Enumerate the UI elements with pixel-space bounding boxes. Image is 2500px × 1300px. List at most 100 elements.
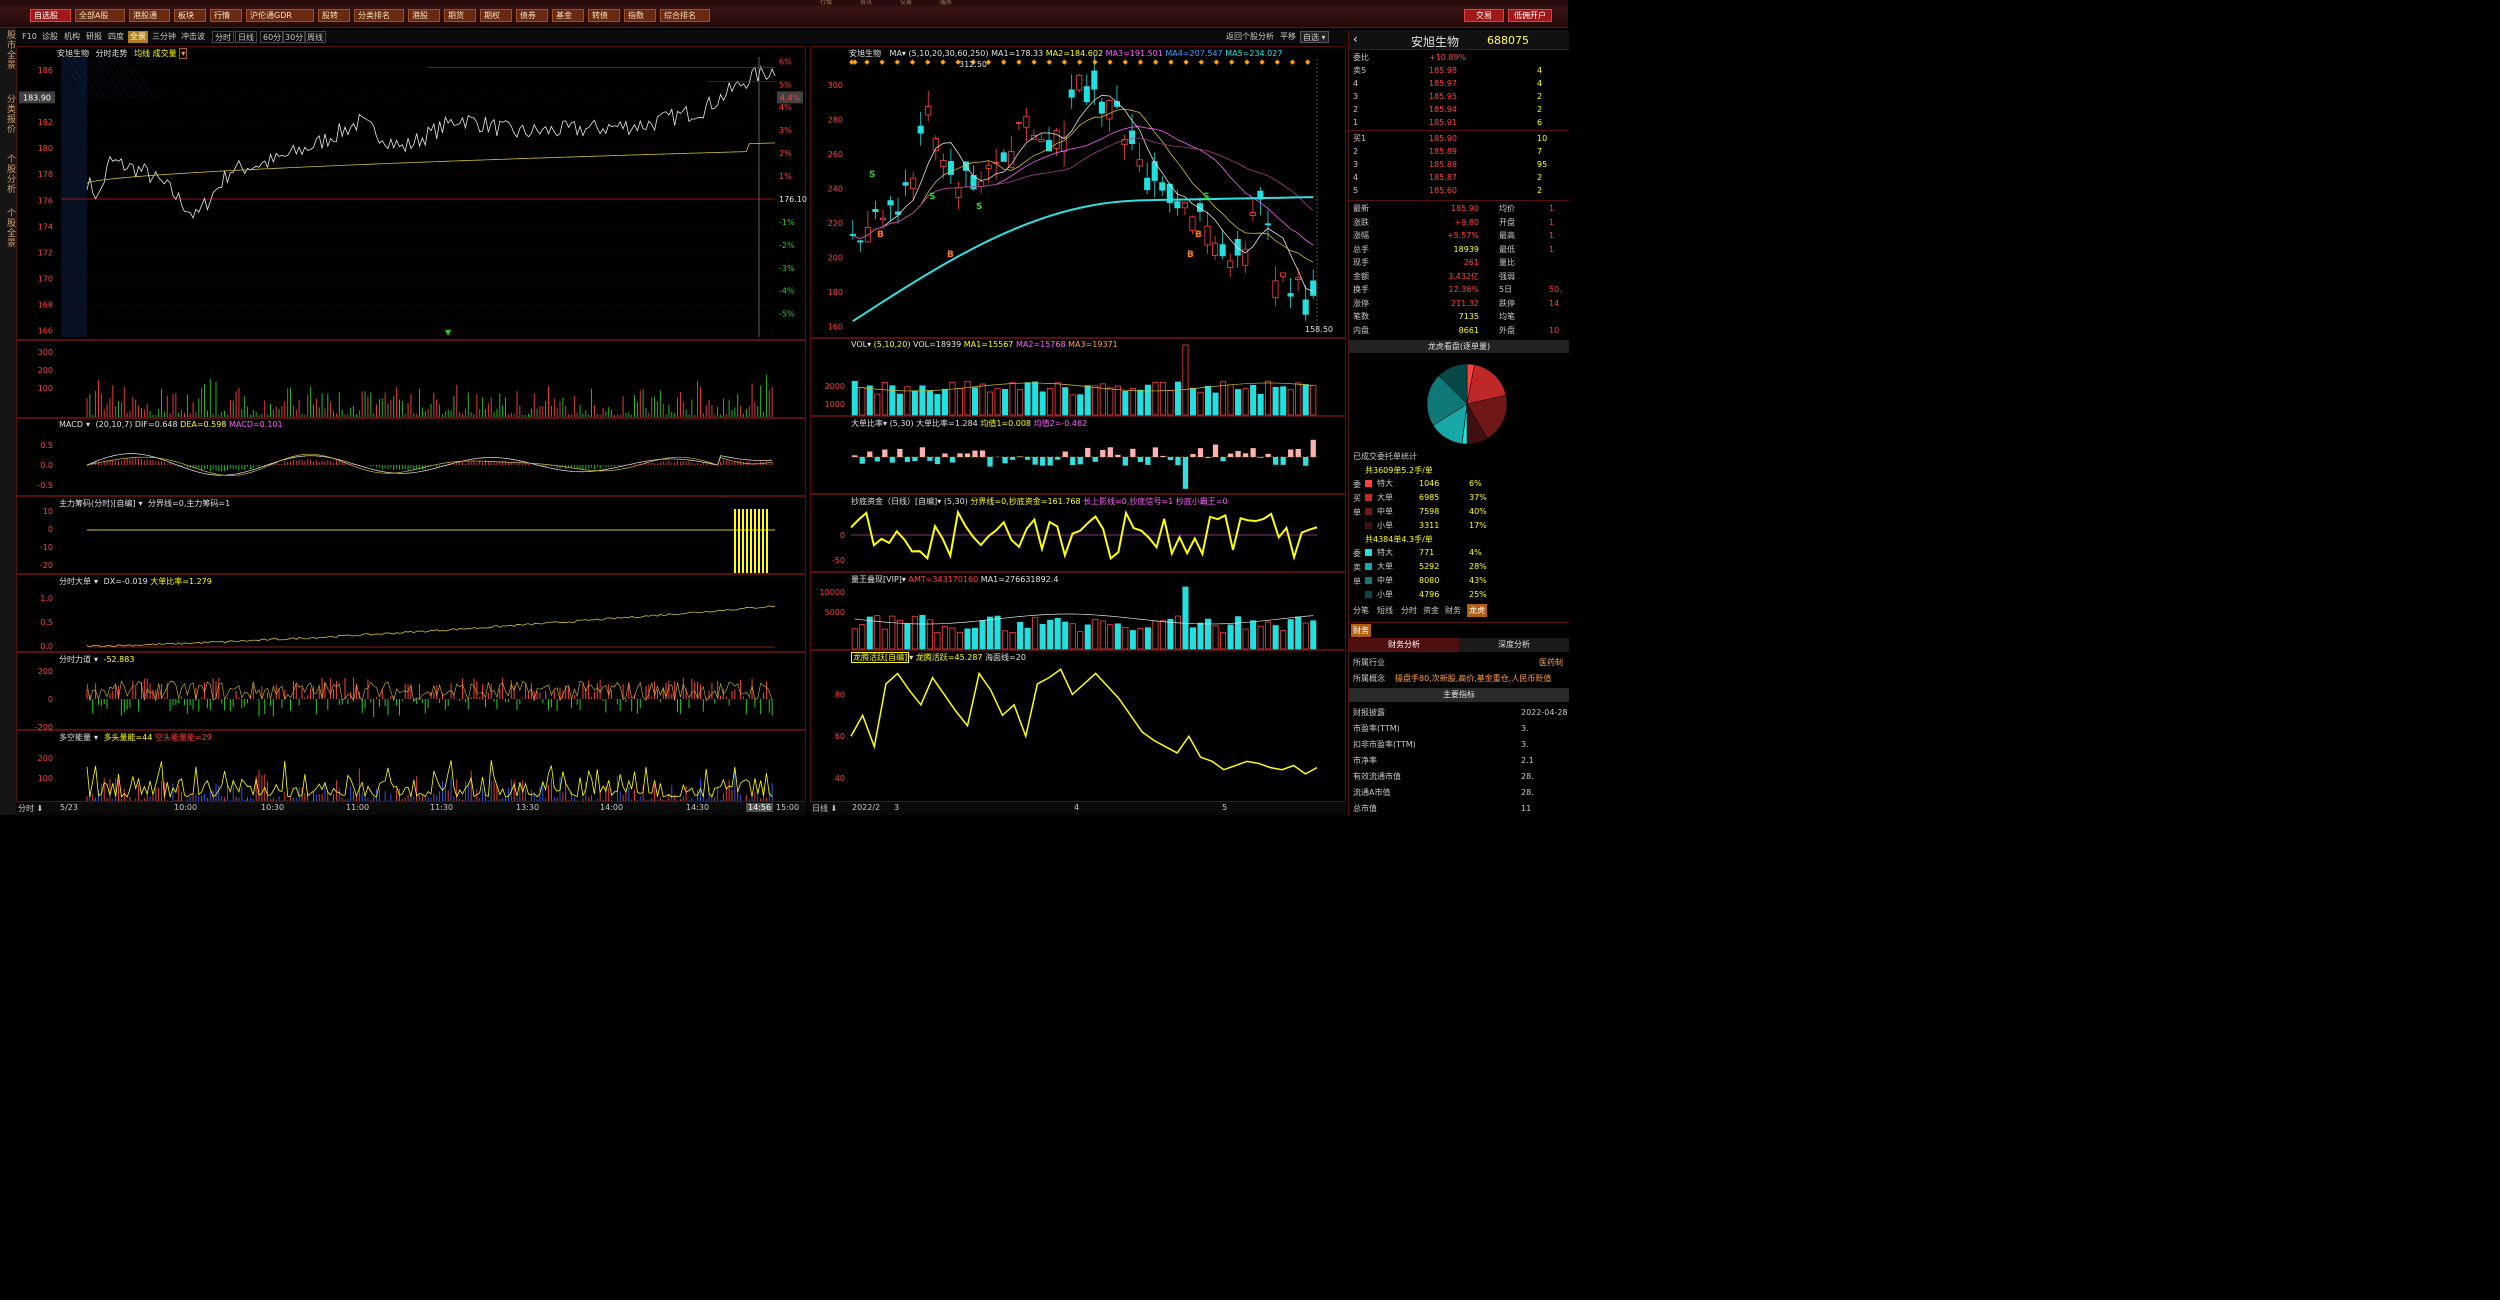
- big-order-chart: 1.0 0.5 0.0: [40, 594, 776, 651]
- toolbar-item[interactable]: 行情: [210, 9, 242, 22]
- diamond-marker: ◆: [864, 58, 870, 66]
- buy-volume: 2: [1537, 173, 1543, 182]
- bottom-tab[interactable]: 分笔: [1353, 604, 1369, 617]
- vking-bar: [1174, 615, 1181, 650]
- dvol-tick: 1000: [825, 400, 845, 409]
- bratio-bar: [1062, 451, 1068, 457]
- open-account-button[interactable]: 低佣开户: [1508, 9, 1552, 22]
- ls-tick: 200: [38, 754, 53, 763]
- sell-volume: 2: [1537, 92, 1543, 101]
- bratio-bar: [987, 457, 993, 467]
- left-tab[interactable]: 股市全景: [1, 30, 15, 70]
- stat-label-2: 量比: [1499, 258, 1515, 267]
- toolbar-item[interactable]: 综合排名: [660, 9, 710, 22]
- sell-volume: 6: [1537, 118, 1543, 127]
- toolbar-item[interactable]: 港股通: [129, 9, 170, 22]
- fin-subtab-2[interactable]: 深度分析: [1459, 638, 1569, 652]
- fin-tab[interactable]: 财务: [1351, 624, 1371, 637]
- buy-price: 185.60: [1429, 186, 1457, 195]
- period-tab[interactable]: 60分: [260, 31, 285, 43]
- date-axis-label[interactable]: 日线 ⬇: [812, 803, 837, 814]
- bottom-tab[interactable]: 龙虎: [1467, 604, 1487, 617]
- left-tab[interactable]: 分类报价: [1, 94, 15, 134]
- bottom-tab[interactable]: 资金: [1423, 604, 1439, 617]
- toolbar-item[interactable]: 基金: [552, 9, 584, 22]
- candle-body: [849, 233, 856, 236]
- subtab[interactable]: 研报: [84, 31, 104, 43]
- period-tab[interactable]: 30分: [282, 31, 307, 43]
- toolbar-item[interactable]: 期货: [444, 9, 476, 22]
- subtab[interactable]: F10: [20, 31, 39, 43]
- bratio-bar: [1288, 449, 1294, 457]
- candle-body: [1023, 115, 1030, 128]
- kline-chart: 300 280 260 240 220 200 180 160 ◆ ◆ ◆ ◆ ◆ ◆ ◆ ◆ ◆ ◆ ◆ ◆ ◆ ◆ ◆ ◆…: [828, 55, 1333, 335]
- toolbar-item[interactable]: 沪伦通GDR: [246, 9, 314, 22]
- subtab[interactable]: 三分钟: [150, 31, 178, 43]
- low-label: 158.50: [1305, 325, 1333, 334]
- bottom-tab[interactable]: 分时: [1401, 604, 1417, 617]
- period-tab[interactable]: 周线: [304, 31, 326, 43]
- order-pct: 6%: [1469, 479, 1482, 488]
- order-size-label: 特大: [1377, 479, 1393, 488]
- vking-bar: [1084, 624, 1091, 650]
- date-tick: 3: [894, 803, 900, 812]
- intraday-volume-chart: 300 200 100: [38, 348, 773, 417]
- diamond-marker: ◆: [940, 58, 946, 66]
- bratio-bar: [1182, 457, 1189, 489]
- vking-bar: [1009, 631, 1016, 650]
- subtab[interactable]: 全景: [128, 31, 148, 43]
- candle-body: [955, 187, 962, 198]
- bottom-tab[interactable]: 财务: [1445, 604, 1461, 617]
- dvol-bar: [1220, 381, 1227, 416]
- pct-tick: 3%: [779, 126, 792, 135]
- candle-body: [1204, 225, 1211, 246]
- dvol-bar: [859, 387, 866, 416]
- toolbar-item[interactable]: 债券: [516, 9, 548, 22]
- vking-bar: [1167, 618, 1174, 650]
- kline-tick: 220: [828, 219, 843, 228]
- stat-label: 换手: [1353, 285, 1369, 294]
- time-tick: 14:30: [686, 803, 710, 812]
- toolbar-item[interactable]: 全部A股: [75, 9, 125, 22]
- time-axis-label[interactable]: 分时 ⬇: [18, 803, 43, 814]
- left-tab[interactable]: 个股分析: [1, 154, 15, 194]
- stat-label: 涨跌: [1353, 217, 1369, 227]
- back-arrow-icon[interactable]: ‹: [1353, 32, 1358, 46]
- sell-level-label: 2: [1353, 105, 1359, 114]
- back-to-analysis-link[interactable]: 返回个股分析: [1224, 31, 1276, 43]
- bratio-bar: [1242, 453, 1249, 457]
- concept-label: 所属概念: [1353, 674, 1385, 683]
- kline-tick: 200: [828, 253, 843, 262]
- stat-value-2: 14: [1549, 298, 1560, 308]
- period-tab[interactable]: 分时: [212, 31, 234, 43]
- subtab[interactable]: 冲击波: [179, 31, 207, 43]
- fin-subtab-1[interactable]: 财务分析: [1349, 638, 1459, 652]
- trade-button[interactable]: 交易: [1464, 9, 1504, 22]
- dvol-bar: [1189, 387, 1197, 416]
- toolbar-item[interactable]: 指数: [624, 9, 656, 22]
- toolbar-item[interactable]: 股转: [318, 9, 350, 22]
- toolbar-item[interactable]: 期权: [480, 9, 512, 22]
- quote-stock-name: 安旭生物: [1411, 35, 1460, 49]
- pct-tick: 6%: [779, 57, 792, 66]
- bottom-tab[interactable]: 短线: [1377, 604, 1393, 617]
- candle-body: [1181, 202, 1188, 209]
- toolbar-item[interactable]: 港股: [408, 9, 440, 22]
- toolbar-item[interactable]: 分类排名: [354, 9, 404, 22]
- subtab[interactable]: 机构: [62, 31, 82, 43]
- subtab[interactable]: 诊股: [40, 31, 60, 43]
- bottom-fund-panel: 抄底资金（日线）[自编]▾ (5,30) 分界线=0,抄底资金=161.768 …: [810, 494, 1346, 572]
- period-tab[interactable]: 日线: [235, 31, 257, 43]
- daily-vol-chart: 2000 1000: [825, 344, 1317, 416]
- flat-link[interactable]: 平移: [1278, 31, 1298, 43]
- selfselect-dropdown[interactable]: 自选 ▾: [1300, 31, 1329, 43]
- toolbar-item[interactable]: 转债: [588, 9, 620, 22]
- buy-volume: 95: [1537, 160, 1548, 169]
- toolbar-item[interactable]: 板块: [174, 9, 206, 22]
- subtab[interactable]: 四度: [106, 31, 126, 43]
- chip-tick: -20: [40, 561, 53, 570]
- toolbar-item[interactable]: 自选股: [30, 9, 71, 22]
- fin-row-label: 市净率: [1353, 756, 1377, 765]
- fin-row-value: 3.: [1521, 724, 1529, 733]
- left-tab[interactable]: 个股全景: [1, 208, 15, 248]
